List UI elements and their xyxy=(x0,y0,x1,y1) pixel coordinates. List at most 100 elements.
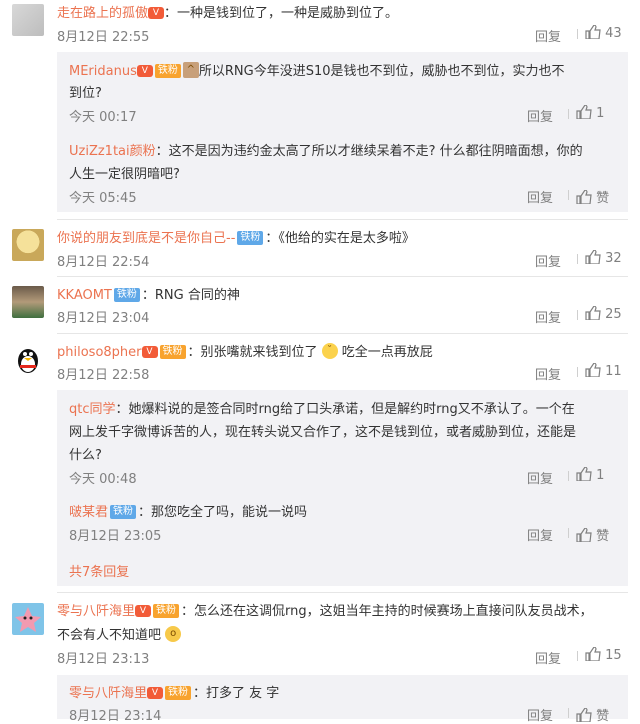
avatar[interactable] xyxy=(12,286,44,318)
avatar-icon: ^ xyxy=(182,61,199,78)
thumb-up-icon xyxy=(585,249,601,264)
divider xyxy=(577,29,578,39)
starfish-icon xyxy=(15,607,41,632)
comment-text: 不会有人不知道吧 xyxy=(57,628,162,643)
vip-icon: V xyxy=(136,64,153,77)
username-link[interactable]: 零与八阡海里 xyxy=(69,686,147,701)
fan-badge: 铁粉 xyxy=(165,685,192,700)
like-count: 15 xyxy=(605,648,622,663)
divider xyxy=(568,471,569,481)
like-count: 1 xyxy=(596,106,605,121)
reply-button[interactable]: 回复 xyxy=(535,364,561,383)
reply-body: UziZz1tai颜粉：这不是因为违约金太高了所以才继续呆着不走? 什么都往阴暗… xyxy=(69,144,583,159)
avatar[interactable] xyxy=(12,4,44,36)
like-count: 25 xyxy=(605,307,622,322)
comment-text: ：《他给的实在是太多啦》 xyxy=(265,231,415,246)
fan-badge: 铁粉 xyxy=(153,603,180,618)
like-button[interactable]: 1 xyxy=(576,104,605,121)
divider xyxy=(568,708,569,718)
like-count: 32 xyxy=(605,251,622,266)
reply-button[interactable]: 回复 xyxy=(535,251,561,270)
like-button[interactable]: 25 xyxy=(585,305,622,322)
vip-icon: V xyxy=(147,686,164,699)
reply-time: 今天 05:45 xyxy=(69,191,137,206)
reply-button[interactable]: 回复 xyxy=(535,26,561,45)
like-button[interactable]: 1 xyxy=(576,466,605,483)
divider xyxy=(568,109,569,119)
penguin-icon xyxy=(18,349,38,373)
username-link[interactable]: 零与八阡海里 xyxy=(57,604,135,619)
reply-body: 啵某君 铁粉 ：那您吃全了吗，能说一说吗 xyxy=(69,504,308,520)
divider xyxy=(577,651,578,661)
like-button[interactable]: 15 xyxy=(585,646,622,663)
reply-text: 什么? xyxy=(69,448,102,463)
like-label: 赞 xyxy=(596,529,610,544)
reply-button[interactable]: 回复 xyxy=(527,468,553,487)
reply-button[interactable]: 回复 xyxy=(527,106,553,125)
reply-button[interactable]: 回复 xyxy=(535,648,561,667)
username-link[interactable]: MEridanus xyxy=(69,64,137,79)
like-label: 赞 xyxy=(596,191,610,206)
comment-text: ：别张嘴就来钱到位了 xyxy=(187,345,318,360)
comment-text: ：怎么还在这调侃rng，这姐当年主持的时候赛场上直接问队友员战术， xyxy=(181,604,593,619)
comment-body: philoso8pher V 铁粉 ：别张嘴就来钱到位了 ˘ 吃全一点再放屁 xyxy=(57,341,433,361)
avatar[interactable] xyxy=(12,229,44,261)
comment-text: 吃全一点再放屁 xyxy=(341,345,433,360)
avatar[interactable] xyxy=(12,343,44,375)
thumb-up-icon xyxy=(585,646,601,661)
divider xyxy=(57,219,628,220)
thumb-up-icon xyxy=(576,527,592,542)
reply-body: 零与八阡海里 V 铁粉 ：打多了 友 字 xyxy=(69,685,280,701)
thumb-up-icon xyxy=(576,189,592,204)
like-button[interactable]: 11 xyxy=(585,362,622,379)
divider xyxy=(577,254,578,264)
thumb-up-icon xyxy=(576,707,592,722)
vip-icon: V xyxy=(135,604,152,617)
username-link[interactable]: 啵某君 xyxy=(69,505,108,520)
comment-body: 零与八阡海里 V 铁粉 ：怎么还在这调侃rng，这姐当年主持的时候赛场上直接问队友员战… xyxy=(57,600,593,619)
reply-button[interactable]: 回复 xyxy=(527,187,553,206)
fan-badge: 铁粉 xyxy=(154,63,181,78)
comment-body: KKAOMT 铁粉 ：RNG 合同的神 xyxy=(57,284,240,303)
more-replies-link[interactable]: 共7条回复 xyxy=(69,561,129,580)
like-button[interactable]: 赞 xyxy=(576,525,609,544)
divider xyxy=(577,367,578,377)
username-link[interactable]: UziZz1tai颜粉 xyxy=(69,144,156,159)
thumb-up-icon xyxy=(585,362,601,377)
thumb-up-icon xyxy=(576,104,592,119)
username-link[interactable]: qtc同学 xyxy=(69,402,116,417)
like-count: 43 xyxy=(605,26,622,41)
divider xyxy=(568,528,569,538)
avatar[interactable] xyxy=(12,603,44,635)
fan-badge: 铁粉 xyxy=(110,504,137,519)
fan-badge: 铁粉 xyxy=(237,230,264,245)
like-count: 1 xyxy=(596,468,605,483)
comment-time: 8月12日 23:13 xyxy=(57,652,150,667)
divider xyxy=(568,190,569,200)
thumb-up-icon xyxy=(576,466,592,481)
reply-button[interactable]: 回复 xyxy=(527,705,553,724)
reply-button[interactable]: 回复 xyxy=(527,525,553,544)
like-count: 11 xyxy=(605,364,622,379)
fan-badge: 铁粉 xyxy=(159,344,186,359)
reply-time: 今天 00:17 xyxy=(69,110,137,125)
like-button[interactable]: 赞 xyxy=(576,187,609,206)
username-link[interactable]: 走在路上的孤傲 xyxy=(57,6,148,21)
reply-time: 8月12日 23:14 xyxy=(69,709,162,724)
comment-body: 你说的朋友到底是不是你自己-- 铁粉 ：《他给的实在是太多啦》 xyxy=(57,227,415,246)
comment-time: 8月12日 22:58 xyxy=(57,368,150,383)
thumb-up-icon xyxy=(585,24,601,39)
like-button[interactable]: 43 xyxy=(585,24,622,41)
username-link[interactable]: philoso8pher xyxy=(57,345,142,360)
like-button[interactable]: 赞 xyxy=(576,705,609,724)
thumb-up-icon xyxy=(585,305,601,320)
like-button[interactable]: 32 xyxy=(585,249,622,266)
reply-time: 今天 00:48 xyxy=(69,472,137,487)
comment-time: 8月12日 23:04 xyxy=(57,311,150,326)
comment-text: ：一种是钱到位了，一种是威胁到位了。 xyxy=(164,6,399,21)
comment-body: 走在路上的孤傲 V ：一种是钱到位了，一种是威胁到位了。 xyxy=(57,2,398,21)
reply-button[interactable]: 回复 xyxy=(535,307,561,326)
username-link[interactable]: 你说的朋友到底是不是你自己-- xyxy=(57,231,235,246)
divider xyxy=(57,592,628,593)
username-link[interactable]: KKAOMT xyxy=(57,288,112,303)
